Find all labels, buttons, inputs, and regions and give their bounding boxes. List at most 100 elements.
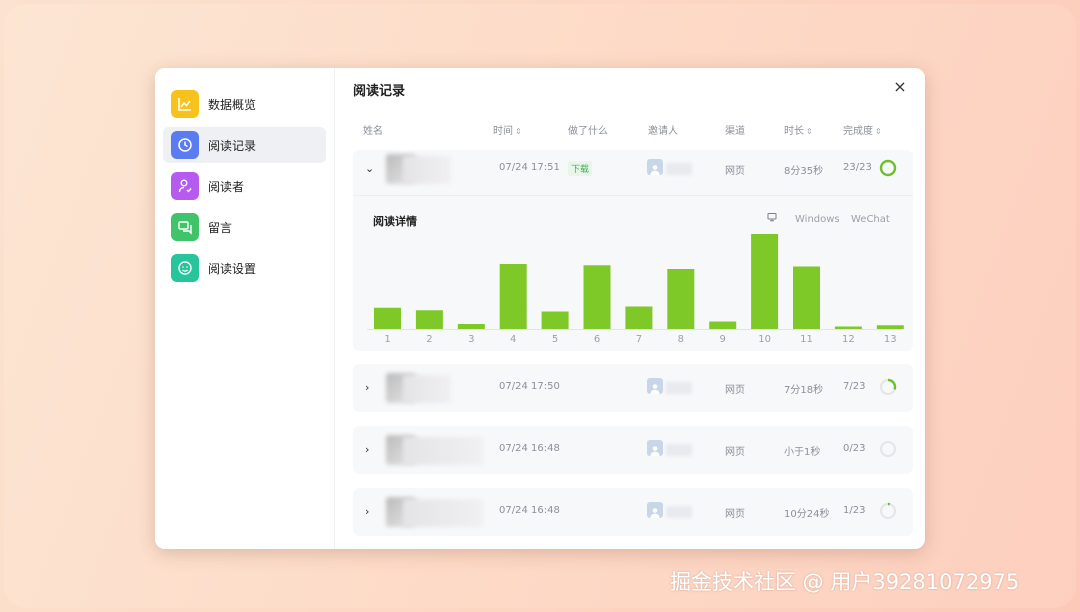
sort-icon[interactable]: ⇕ (515, 127, 522, 136)
chart-tick-label: 5 (552, 334, 558, 345)
chart-bar-4[interactable] (499, 264, 527, 329)
chevron-right-icon[interactable]: › (365, 505, 369, 518)
chart-tick-label: 9 (720, 334, 726, 345)
user-avatar-icon (647, 159, 663, 175)
column-action: 做了什么 (568, 126, 608, 137)
sidebar-item-label: 阅读设置 (208, 261, 257, 276)
row-time: 07/24 17:51 (499, 162, 560, 173)
column-name: 姓名 (363, 126, 383, 137)
chart-tick-label: 12 (842, 334, 855, 345)
column-channel: 渠道 (725, 126, 745, 137)
chart-tick-label: 4 (510, 334, 516, 345)
blurred-name (403, 156, 451, 184)
smile-icon (171, 254, 199, 282)
progress-ring-icon (879, 378, 897, 396)
chart-bar-1[interactable] (374, 307, 401, 329)
sidebar-item-3[interactable]: 阅读者 (163, 168, 326, 204)
chart-tick-label: 13 (884, 334, 897, 345)
reading-detail-chart: 1 2 3 4 5 6 7 8 9 10 11 12 13 (367, 234, 904, 345)
sidebar-item-1[interactable]: 数据概览 (163, 86, 326, 122)
blurred-inviter (666, 163, 692, 175)
row-duration: 8分35秒 (784, 166, 824, 177)
blurred-inviter (666, 382, 692, 394)
watermark: 掘金技术社区 @ 用户39281072975 (670, 570, 1020, 594)
row-time: 07/24 16:48 (499, 443, 560, 454)
column-duration[interactable]: 时长 ⇕ (784, 122, 813, 137)
sidebar-item-label: 阅读记录 (208, 138, 257, 153)
table-row[interactable]: ⌄ 07/24 17:51 下载 网页 8分35秒 23/23 (353, 150, 913, 195)
blurred-inviter (666, 506, 692, 518)
user-icon (171, 172, 199, 200)
chart-bar-12[interactable] (834, 326, 862, 330)
chart-bar-5[interactable] (541, 311, 569, 330)
user-avatar-icon (647, 502, 663, 518)
sidebar-item-label: 阅读者 (208, 179, 245, 194)
sidebar-item-5[interactable]: 阅读设置 (163, 250, 326, 286)
chart-bar-8[interactable] (667, 269, 695, 329)
chart-bar-6[interactable] (583, 265, 611, 329)
close-icon[interactable]: × (891, 78, 909, 96)
row-progress: 1/23 (843, 505, 866, 516)
sidebar-item-4[interactable]: 留言 (163, 209, 326, 245)
row-channel: 网页 (725, 447, 745, 458)
row-time: 07/24 17:50 (499, 381, 560, 392)
row-duration: 7分18秒 (784, 385, 824, 396)
chart-bar-9[interactable] (709, 321, 737, 330)
chart-bar-3[interactable] (457, 324, 485, 329)
chart-icon (171, 90, 199, 118)
chevron-right-icon[interactable]: › (365, 381, 369, 394)
row-channel: 网页 (725, 509, 745, 520)
sort-icon[interactable]: ⇕ (875, 127, 882, 136)
blurred-name (403, 499, 483, 527)
chart-tick-label: 7 (636, 334, 642, 345)
chart-tick-label: 8 (678, 334, 684, 345)
column-time[interactable]: 时间 ⇕ (493, 122, 522, 137)
column-progress[interactable]: 完成度 ⇕ (843, 122, 882, 137)
chart-tick-label: 2 (426, 334, 432, 345)
progress-ring-icon (879, 440, 897, 458)
chart-tick-label: 3 (468, 334, 474, 345)
sidebar-item-label: 留言 (208, 220, 233, 235)
chevron-down-icon[interactable]: ⌄ (365, 162, 374, 175)
blurred-name (403, 375, 451, 403)
reading-records-modal: 数据概览 阅读记录 阅读者 留言 阅读设置 阅读记录 × 姓名 时间 ⇕ 做了什么 邀请人… (155, 68, 925, 549)
chart-bar-13[interactable] (876, 325, 904, 329)
page-title: 阅读记录 (353, 84, 406, 99)
table-row[interactable]: › 07/24 17:50 网页 7分18秒 7/23 (353, 364, 913, 412)
blurred-inviter (666, 444, 692, 456)
row-channel: 网页 (725, 385, 745, 396)
sidebar: 数据概览阅读记录阅读者留言阅读设置 (155, 68, 335, 549)
column-inviter: 邀请人 (648, 126, 678, 137)
table-header: 姓名 时间 ⇕ 做了什么 邀请人 渠道 时长 ⇕ 完成度 ⇕ (353, 122, 913, 138)
row-duration: 小于1秒 (784, 447, 821, 458)
sidebar-item-label: 数据概览 (208, 97, 257, 112)
message-icon (171, 213, 199, 241)
progress-ring-icon (879, 159, 897, 177)
user-avatar-icon (647, 440, 663, 456)
row-time: 07/24 16:48 (499, 505, 560, 516)
sort-icon[interactable]: ⇕ (806, 127, 813, 136)
chevron-right-icon[interactable]: › (365, 443, 369, 456)
user-avatar-icon (647, 378, 663, 394)
main-panel: 阅读记录 × 姓名 时间 ⇕ 做了什么 邀请人 渠道 时长 ⇕ 完成度 ⇕ ⌄ 07/2… (335, 68, 925, 549)
blurred-name (403, 437, 483, 465)
sidebar-item-2[interactable]: 阅读记录 (163, 127, 326, 163)
chart-tick-label: 10 (758, 334, 771, 345)
table-row[interactable]: › 07/24 16:48 网页 10分24秒 1/23 (353, 488, 913, 536)
chart-bar-11[interactable] (793, 266, 820, 330)
table-row[interactable]: › 07/24 16:48 网页 小于1秒 0/23 (353, 426, 913, 474)
clock-icon (171, 131, 199, 159)
chart-tick-label: 1 (384, 334, 390, 345)
progress-ring-icon (879, 502, 897, 520)
row-channel: 网页 (725, 166, 745, 177)
chart-bar-10[interactable] (751, 234, 779, 329)
action-badge: 下载 (568, 161, 593, 176)
chart-bar-2[interactable] (415, 310, 443, 329)
row-progress: 0/23 (843, 443, 866, 454)
chart-tick-label: 11 (800, 334, 813, 345)
row-progress: 23/23 (843, 162, 872, 173)
chart-bar-7[interactable] (625, 306, 653, 330)
reading-detail-panel: 阅读详情 Windows WeChat 1 2 3 4 5 6 7 8 9 10 11 12 13 (353, 195, 913, 351)
row-duration: 10分24秒 (784, 509, 830, 520)
chart-tick-label: 6 (594, 334, 600, 345)
